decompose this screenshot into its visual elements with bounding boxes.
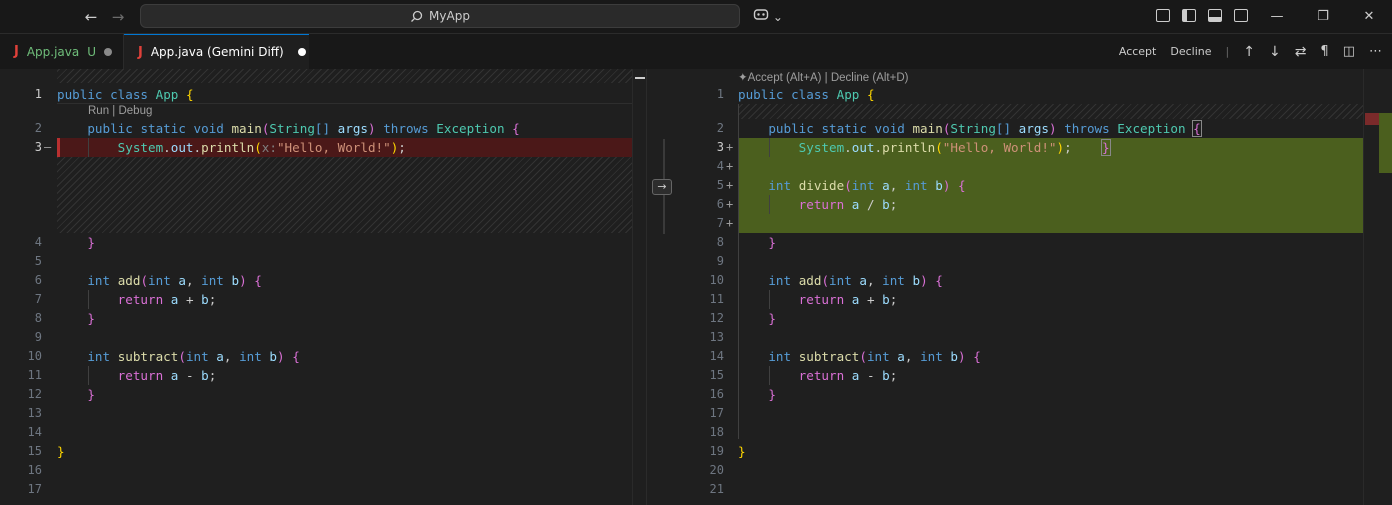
modified-dot-icon bbox=[104, 47, 113, 56]
code-line: 1 public class App { bbox=[716, 87, 875, 102]
code-line: 19} bbox=[709, 444, 746, 459]
close-window-button[interactable]: ✕ bbox=[1346, 0, 1392, 33]
code-line: 8 } bbox=[716, 235, 776, 250]
diff-filler bbox=[738, 104, 1363, 119]
code-line: 1 public class App { bbox=[34, 87, 194, 102]
next-change-icon[interactable]: ↓ bbox=[1269, 44, 1281, 60]
tab-label: App.java bbox=[26, 44, 80, 59]
java-file-icon: J bbox=[14, 44, 19, 59]
revert-change-button[interactable]: → bbox=[652, 179, 672, 195]
line-border bbox=[57, 103, 646, 104]
whitespace-icon[interactable]: ¶ bbox=[1320, 44, 1328, 59]
previous-change-icon[interactable]: ↑ bbox=[1243, 44, 1255, 60]
code-line-removed: 3— System.out.println(x:"Hello, World!")… bbox=[34, 140, 406, 155]
code-line: 9 bbox=[34, 330, 42, 344]
code-line: 8 } bbox=[34, 311, 95, 326]
more-actions-icon[interactable]: ⋯ bbox=[1369, 44, 1382, 59]
code-line-added: 7 + bbox=[716, 216, 734, 230]
code-line: 21 bbox=[709, 482, 724, 496]
editor-tab-bar: J App.java U J App.java (Gemini Diff) Ac… bbox=[0, 34, 1392, 69]
unsaved-dot-icon[interactable] bbox=[297, 48, 306, 56]
code-line: 12 } bbox=[709, 311, 776, 326]
code-line: 13 bbox=[27, 406, 42, 420]
code-line: 12 } bbox=[27, 387, 95, 402]
tab-app-java[interactable]: J App.java U bbox=[0, 34, 124, 69]
accept-decline-hint[interactable]: ✦Accept (Alt+A) | Decline (Alt+D) bbox=[738, 70, 908, 84]
code-line: 18 bbox=[709, 425, 724, 439]
code-line: 9 bbox=[716, 254, 724, 268]
code-line: 5 bbox=[34, 254, 42, 268]
code-line: 10 int add(int a, int b) { bbox=[709, 273, 943, 288]
code-line: 16 bbox=[27, 463, 42, 477]
diff-filler bbox=[57, 157, 646, 233]
original-pane-scrollbar[interactable] bbox=[632, 69, 646, 505]
code-line: 17 bbox=[27, 482, 42, 496]
swap-sides-icon[interactable]: ⇄ bbox=[1295, 44, 1307, 60]
forward-arrow-icon[interactable]: → bbox=[107, 6, 129, 28]
run-debug-codelens[interactable]: Run | Debug bbox=[88, 105, 152, 117]
java-file-icon: J bbox=[138, 44, 143, 60]
customize-layout-icon[interactable] bbox=[1156, 9, 1170, 22]
editor-actions: Accept Decline | ↑ ↓ ⇄ ¶ ◫ ⋯ bbox=[1119, 34, 1392, 69]
code-line: 11 return a + b; bbox=[709, 292, 898, 307]
search-icon bbox=[411, 10, 423, 22]
separator: | bbox=[1225, 45, 1230, 58]
code-line: 10 int subtract(int a, int b) { bbox=[27, 349, 300, 364]
back-arrow-icon[interactable]: ← bbox=[80, 6, 102, 28]
git-status-badge: U bbox=[87, 44, 97, 59]
minimize-button[interactable]: — bbox=[1254, 0, 1300, 33]
diff-filler bbox=[57, 69, 646, 83]
code-line: 13 bbox=[709, 330, 724, 344]
code-line: 15 return a - b; bbox=[709, 368, 898, 383]
code-line-added: 3 + System.out.println("Hello, World!"); … bbox=[716, 139, 1111, 156]
accept-button[interactable]: Accept bbox=[1119, 45, 1157, 58]
code-line-added: 5 + int divide(int a, int b) { bbox=[716, 178, 966, 193]
code-line-added: 4 + bbox=[716, 159, 734, 173]
code-line: 15} bbox=[27, 444, 65, 459]
code-line: 11 return a - b; bbox=[27, 368, 217, 383]
diff-gutter bbox=[646, 69, 682, 505]
command-center-search[interactable]: MyApp bbox=[140, 4, 740, 28]
overview-ruler[interactable] bbox=[1363, 69, 1392, 505]
code-line: 4 } bbox=[34, 235, 95, 250]
chevron-down-icon[interactable]: ⌄ bbox=[773, 10, 783, 24]
search-text: MyApp bbox=[429, 9, 470, 23]
original-editor-pane[interactable]: Run | Debug 1 public class App { 2 public… bbox=[0, 69, 646, 505]
code-line: 14 int subtract(int a, int b) { bbox=[709, 349, 981, 364]
code-line: 17 bbox=[709, 406, 724, 420]
code-line: 7 return a + b; bbox=[34, 292, 217, 307]
code-line: 6 int add(int a, int b) { bbox=[34, 273, 262, 288]
code-line: 20 bbox=[709, 463, 724, 477]
toggle-panel-icon[interactable] bbox=[1208, 9, 1222, 22]
modified-editor-pane[interactable]: ✦Accept (Alt+A) | Decline (Alt+D) 1 publi… bbox=[682, 69, 1363, 505]
copilot-icon[interactable]: ⌄ bbox=[753, 7, 783, 24]
decline-button[interactable]: Decline bbox=[1170, 45, 1211, 58]
code-line: 16 } bbox=[709, 387, 776, 402]
tab-app-java-gemini-diff[interactable]: J App.java (Gemini Diff) bbox=[124, 34, 309, 69]
toggle-primary-sidebar-icon[interactable] bbox=[1182, 9, 1196, 22]
code-line: 2 public static void main(String[] args)… bbox=[716, 120, 1202, 137]
code-line-added: 6 + return a / b; bbox=[716, 197, 898, 212]
code-line: 2 public static void main(String[] args)… bbox=[34, 121, 520, 136]
tab-label: App.java (Gemini Diff) bbox=[150, 45, 284, 59]
code-line: 14 bbox=[27, 425, 42, 439]
split-editor-icon[interactable]: ◫ bbox=[1343, 44, 1355, 59]
toggle-secondary-sidebar-icon[interactable] bbox=[1234, 9, 1248, 22]
title-bar: ← → MyApp ⌄ — ❐ ✕ bbox=[0, 0, 1392, 34]
restore-button[interactable]: ❐ bbox=[1300, 0, 1346, 33]
